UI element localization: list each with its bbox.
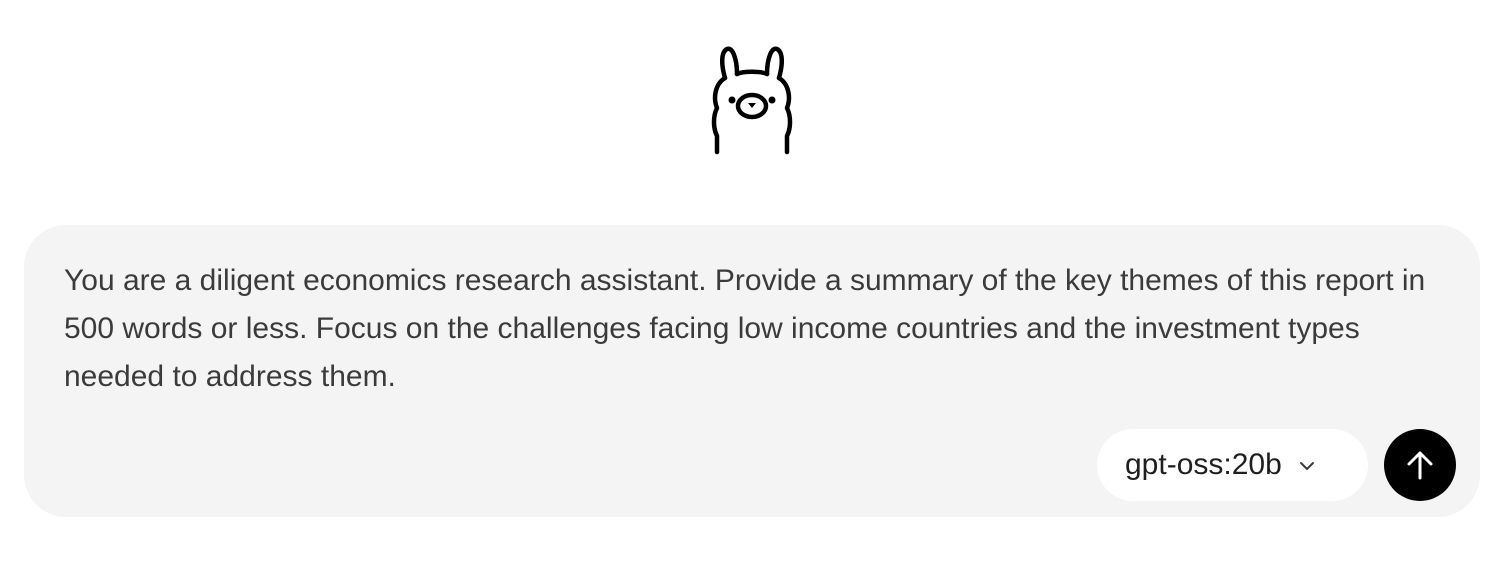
model-selector-value: gpt-oss:20b bbox=[1125, 448, 1282, 481]
send-button[interactable] bbox=[1384, 429, 1456, 501]
chevron-down-icon bbox=[1298, 459, 1316, 471]
arrow-up-icon bbox=[1407, 451, 1433, 480]
llama-logo-icon bbox=[707, 44, 797, 156]
model-selector[interactable]: gpt-oss:20b bbox=[1097, 429, 1368, 501]
prompt-textarea[interactable]: You are a diligent economics research as… bbox=[64, 257, 1434, 401]
prompt-input-card[interactable]: You are a diligent economics research as… bbox=[24, 225, 1480, 517]
